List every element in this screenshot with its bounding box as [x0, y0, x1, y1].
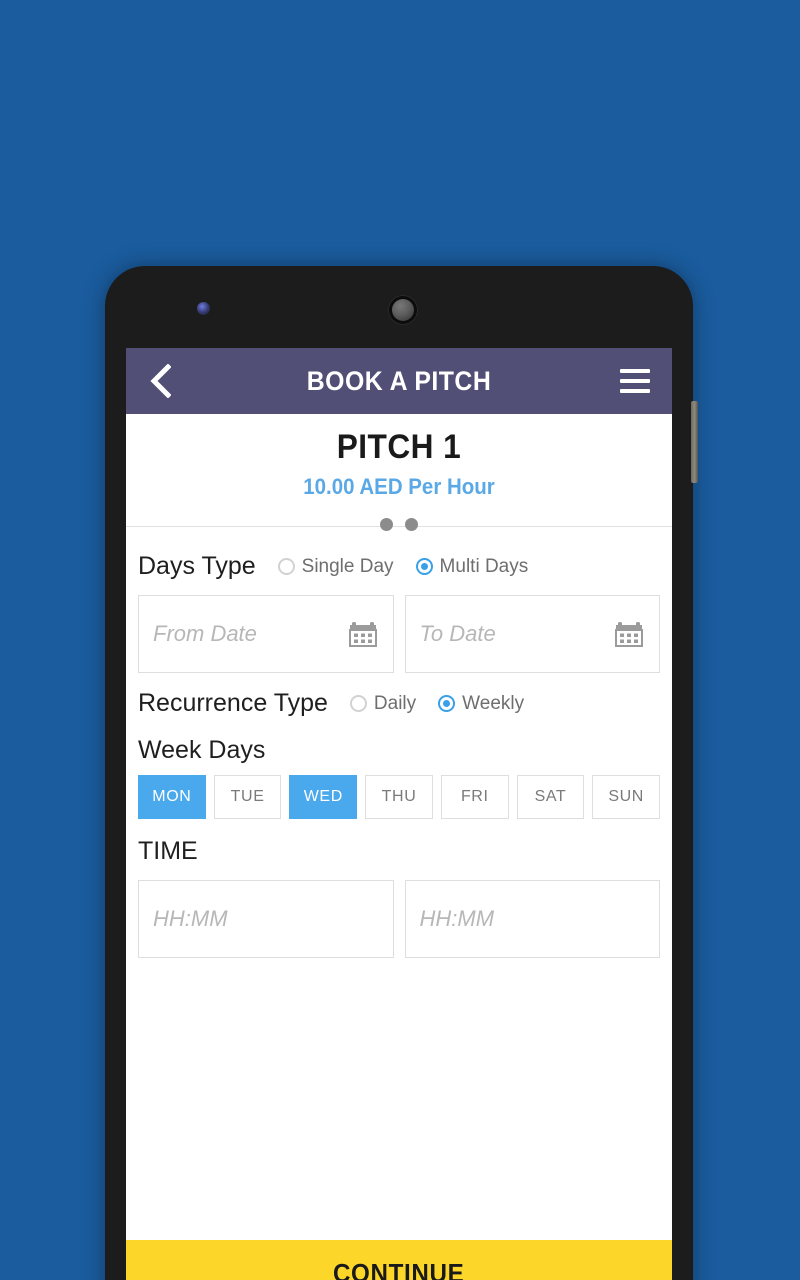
- calendar-icon[interactable]: [613, 618, 645, 650]
- pager-dots: [126, 518, 672, 531]
- radio-weekly[interactable]: Weekly: [438, 693, 524, 715]
- recurrence-type-row: Recurrence Type Daily Weekly: [138, 689, 660, 718]
- pitch-name: PITCH 1: [336, 428, 462, 466]
- radio-label: Weekly: [462, 692, 525, 714]
- hamburger-menu-icon[interactable]: [620, 367, 654, 395]
- radio-single-day[interactable]: Single Day: [277, 555, 394, 578]
- radio-mark-icon: [349, 695, 367, 712]
- to-date-input[interactable]: To Date: [404, 595, 660, 673]
- front-camera: [388, 295, 418, 325]
- recurrence-radio-group: Daily Weekly: [349, 692, 524, 715]
- radio-multi-days[interactable]: Multi Days: [415, 555, 529, 578]
- day-chip-wed[interactable]: WED: [289, 775, 358, 819]
- app-header: BOOK A PITCH: [126, 348, 672, 414]
- time-from-placeholder: HH:MM: [153, 906, 228, 931]
- booking-form: Days Type Single Day Multi Days From Dat…: [126, 552, 672, 958]
- day-chip-fri[interactable]: FRI: [440, 775, 509, 819]
- day-chip-mon[interactable]: MON: [138, 775, 206, 819]
- time-label: TIME: [138, 837, 198, 865]
- days-type-label: Days Type: [138, 552, 256, 580]
- phone-device: BOOK A PITCH PITCH 1 10.00 AED Per Hour …: [105, 266, 698, 1280]
- date-field-row: From Date To Date: [138, 595, 660, 673]
- continue-button-label: CONTINUE: [333, 1257, 465, 1280]
- time-field-row: HH:MM HH:MM: [138, 880, 660, 958]
- radio-mark-icon: [277, 558, 295, 575]
- calendar-icon[interactable]: [347, 618, 379, 650]
- day-chip-tue[interactable]: TUE: [213, 775, 282, 819]
- time-to-input[interactable]: HH:MM: [404, 880, 660, 958]
- time-from-input[interactable]: HH:MM: [138, 880, 394, 958]
- day-chip-sun[interactable]: SUN: [592, 775, 661, 819]
- pitch-price: 10.00 AED Per Hour: [303, 474, 495, 499]
- days-type-radio-group: Single Day Multi Days: [277, 555, 529, 578]
- days-type-row: Days Type Single Day Multi Days: [138, 552, 660, 581]
- pager-dot: [380, 518, 393, 531]
- week-days-selector: MON TUE WED THU FRI SAT SUN: [138, 775, 661, 819]
- radio-daily[interactable]: Daily: [349, 692, 417, 715]
- radio-mark-icon: [438, 695, 456, 712]
- phone-screen: BOOK A PITCH PITCH 1 10.00 AED Per Hour …: [126, 348, 672, 1280]
- from-date-placeholder: From Date: [153, 621, 257, 646]
- recurrence-type-label: Recurrence Type: [138, 689, 328, 717]
- pitch-info: PITCH 1 10.00 AED Per Hour: [126, 414, 672, 512]
- radio-label: Single Day: [301, 555, 394, 577]
- week-days-label: Week Days: [138, 736, 266, 764]
- continue-button[interactable]: CONTINUE: [126, 1240, 672, 1280]
- page-title: BOOK A PITCH: [306, 365, 492, 396]
- time-to-placeholder: HH:MM: [419, 906, 495, 931]
- radio-label: Multi Days: [439, 555, 529, 577]
- day-chip-thu[interactable]: THU: [365, 775, 433, 819]
- radio-mark-icon: [415, 558, 433, 575]
- chevron-left-icon[interactable]: [144, 364, 176, 398]
- notification-led: [197, 302, 210, 315]
- radio-label: Daily: [373, 692, 417, 714]
- section-divider: [126, 518, 672, 536]
- pager-dot: [405, 518, 418, 531]
- day-chip-sat[interactable]: SAT: [516, 775, 585, 819]
- from-date-input[interactable]: From Date: [138, 595, 394, 673]
- power-button[interactable]: [691, 401, 698, 483]
- to-date-placeholder: To Date: [419, 621, 496, 646]
